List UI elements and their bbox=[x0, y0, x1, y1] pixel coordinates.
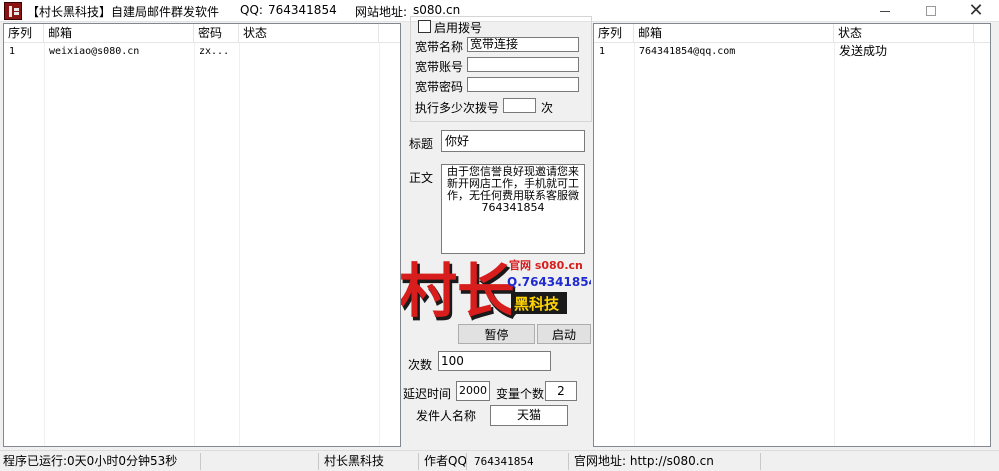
minimize-icon bbox=[880, 10, 890, 12]
delay-field[interactable]: 2000 bbox=[456, 381, 490, 401]
enable-dialup-label: 启用拨号 bbox=[434, 21, 483, 35]
delay-label: 延迟时间 bbox=[403, 387, 452, 401]
pause-button[interactable]: 暂停 bbox=[458, 324, 535, 344]
maximize-button[interactable] bbox=[908, 0, 954, 22]
logo-qq-text: Q.764341854 bbox=[507, 275, 591, 289]
status-brand: 村长黑科技 bbox=[324, 454, 385, 468]
account-list[interactable]: 序列 邮箱 密码 状态 1 weixiao@s080.cn zx... bbox=[3, 23, 401, 447]
subject-input[interactable]: 你好 bbox=[441, 130, 585, 152]
broadband-password-field[interactable] bbox=[467, 77, 579, 92]
logo-main-text: 村长 bbox=[401, 257, 515, 325]
row-status bbox=[239, 43, 379, 60]
row-index: 1 bbox=[9, 46, 16, 57]
row-password: zx... bbox=[199, 46, 230, 57]
broadband-name-label: 宽带名称 bbox=[415, 40, 464, 54]
dialup-count-unit: 次 bbox=[541, 101, 554, 115]
title-site-value: s080.cn bbox=[413, 3, 461, 17]
dialup-count-label: 执行多少次拨号 bbox=[415, 101, 500, 115]
close-button[interactable]: ✕ bbox=[953, 0, 999, 22]
maximize-icon bbox=[926, 6, 936, 16]
dialup-count-field[interactable] bbox=[503, 98, 536, 113]
close-icon: ✕ bbox=[968, 0, 984, 21]
status-author-label: 作者QQ bbox=[424, 454, 467, 468]
send-count-field[interactable]: 100 bbox=[438, 351, 551, 371]
row-email: weixiao@s080.cn bbox=[49, 46, 140, 57]
column-header-email[interactable]: 邮箱 bbox=[634, 24, 834, 43]
minimize-button[interactable] bbox=[862, 0, 908, 22]
title-site-label: 网站地址: bbox=[355, 5, 408, 19]
variable-count-field[interactable]: 2 bbox=[545, 381, 577, 401]
brand-logo: 村长 村长 官网 s080.cn Q.764341854 黑科技 bbox=[399, 256, 597, 329]
title-qq-value: 764341854 bbox=[268, 3, 337, 17]
variable-count-label: 变量个数 bbox=[496, 387, 545, 401]
sender-name-label: 发件人名称 bbox=[416, 409, 477, 423]
title-qq-label: QQ: bbox=[240, 3, 263, 17]
sender-name-field[interactable]: 天猫 bbox=[490, 405, 568, 426]
result-list-header: 序列 邮箱 状态 bbox=[594, 24, 990, 43]
enable-dialup-checkbox[interactable] bbox=[418, 20, 431, 33]
broadband-account-field[interactable] bbox=[467, 57, 579, 72]
start-button[interactable]: 启动 bbox=[537, 324, 591, 344]
window-title: 【村长黑科技】自建局邮件群发软件 bbox=[27, 5, 220, 19]
broadband-name-field[interactable]: 宽带连接 bbox=[467, 37, 579, 52]
body-textarea[interactable]: 由于您信誉良好现邀请您来新开网店工作，手机就可工作，无任何费用联系客服微7643… bbox=[441, 164, 585, 254]
logo-site-text: 官网 s080.cn bbox=[509, 258, 583, 272]
status-bar: 程序已运行:0天0小时0分钟53秒 村长黑科技 作者QQ 764341854 官… bbox=[0, 450, 999, 471]
column-header-email[interactable]: 邮箱 bbox=[44, 24, 194, 43]
row-index: 1 bbox=[599, 46, 606, 57]
column-header-index[interactable]: 序列 bbox=[4, 24, 44, 43]
broadband-password-label: 宽带密码 bbox=[415, 80, 464, 94]
column-header-password[interactable]: 密码 bbox=[194, 24, 239, 43]
column-header-status[interactable]: 状态 bbox=[239, 24, 379, 43]
body-label: 正文 bbox=[409, 171, 434, 185]
row-email: 764341854@qq.com bbox=[639, 46, 736, 57]
logo-brand-text: 黑科技 bbox=[514, 295, 560, 313]
column-header-index[interactable]: 序列 bbox=[594, 24, 634, 43]
result-list[interactable]: 序列 邮箱 状态 1 764341854@qq.com 发送成功 bbox=[593, 23, 991, 447]
row-status: 发送成功 bbox=[839, 44, 888, 58]
table-row[interactable]: 1 weixiao@s080.cn zx... bbox=[4, 43, 400, 60]
send-count-label: 次数 bbox=[408, 358, 433, 372]
app-logo-icon bbox=[4, 2, 22, 20]
subject-label: 标题 bbox=[409, 137, 434, 151]
table-row[interactable]: 1 764341854@qq.com 发送成功 bbox=[594, 43, 990, 60]
account-list-header: 序列 邮箱 密码 状态 bbox=[4, 24, 400, 43]
status-site: 官网地址: http://s080.cn bbox=[574, 454, 714, 468]
brand-logo-graphic: 村长 村长 官网 s080.cn Q.764341854 黑科技 bbox=[399, 257, 597, 329]
status-author-qq: 764341854 bbox=[474, 455, 534, 468]
column-header-status[interactable]: 状态 bbox=[834, 24, 974, 43]
broadband-account-label: 宽带账号 bbox=[415, 60, 464, 74]
runtime-status: 程序已运行:0天0小时0分钟53秒 bbox=[3, 454, 178, 468]
